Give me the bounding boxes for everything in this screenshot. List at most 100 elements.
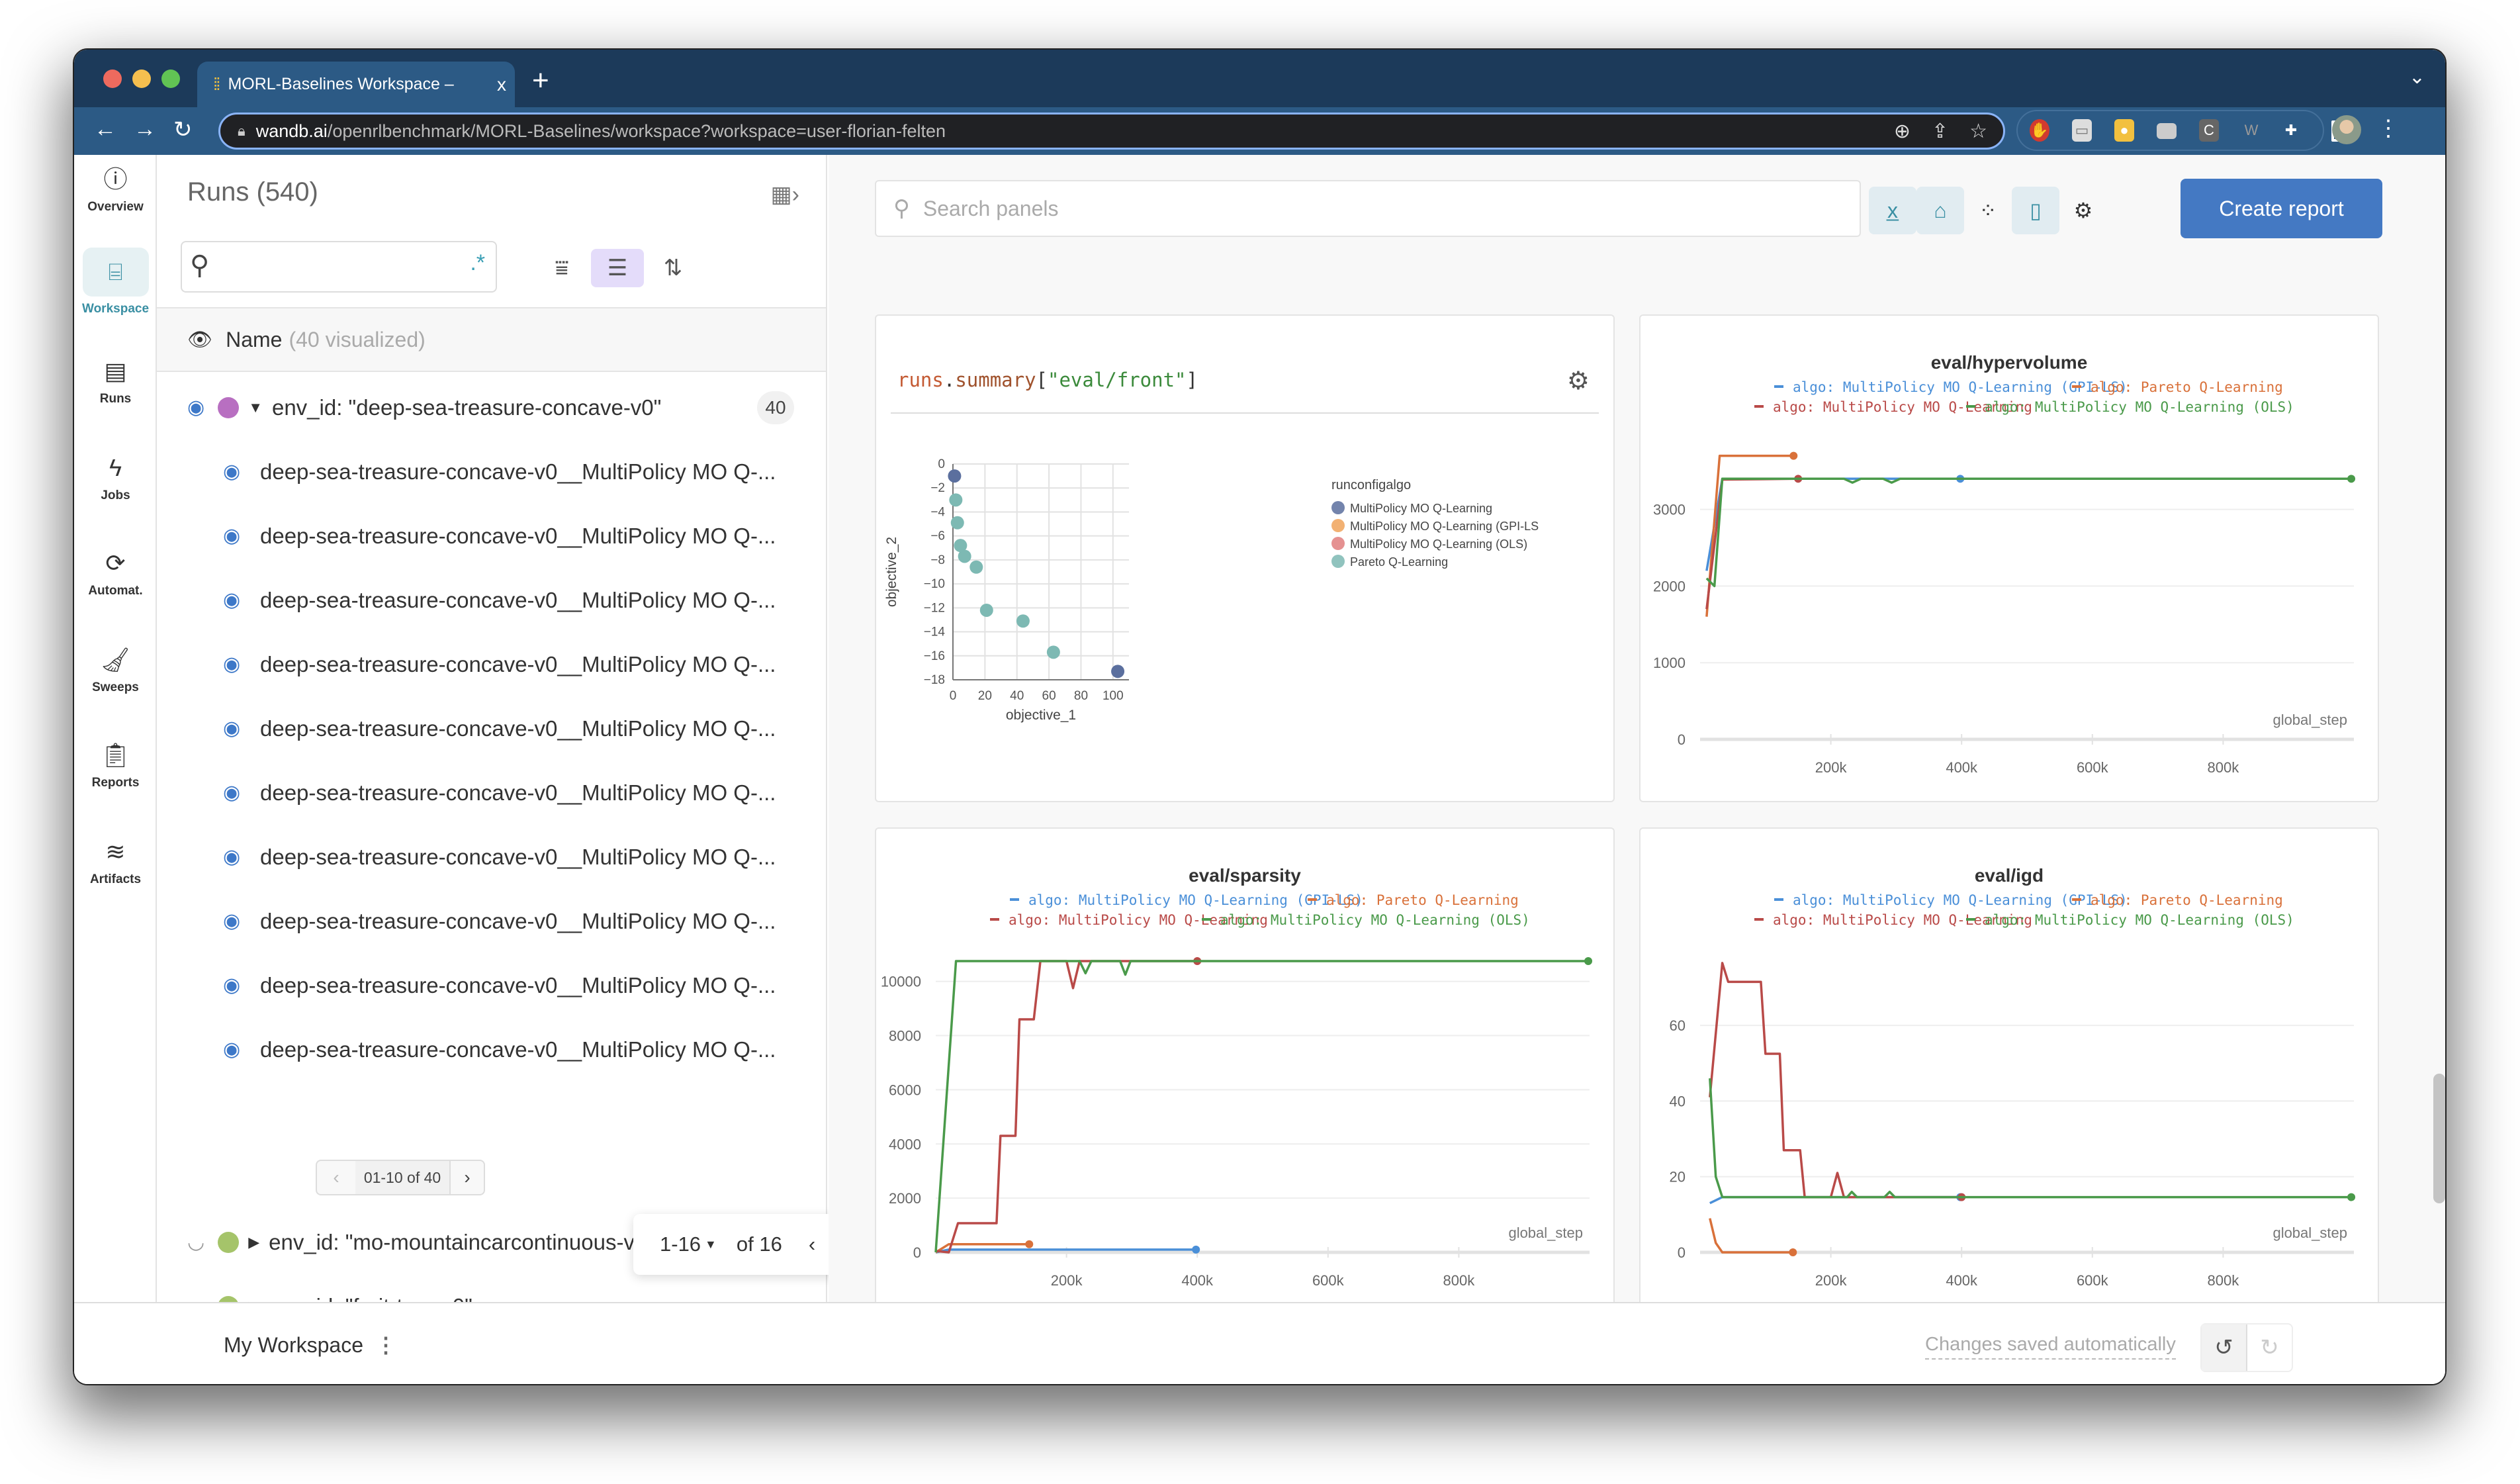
close-window-button[interactable] [103, 70, 122, 88]
eye-visible-icon[interactable]: ◉ [223, 781, 240, 804]
run-row[interactable]: ◉ deep-sea-treasure-concave-v0__MultiPoli… [157, 632, 826, 696]
run-row[interactable]: ◉ deep-sea-treasure-concave-v0__MultiPoli… [157, 504, 826, 568]
series-line [1705, 477, 1961, 571]
legend-label: algo: MultiPolicy MO Q-Learning (OLS) [1985, 399, 2294, 415]
nav-item-automations[interactable]: ⟳ Automat. [74, 548, 157, 598]
maximize-window-button[interactable] [161, 70, 180, 88]
run-row[interactable]: ◉ deep-sea-treasure-concave-v0__MultiPoli… [157, 889, 826, 953]
layers-icon: ≋ [105, 838, 126, 865]
eye-visible-icon[interactable]: ◉ [187, 396, 204, 419]
redo-button[interactable]: ↻ [2247, 1324, 2292, 1371]
expand-table-icon[interactable]: ▦› [771, 181, 799, 208]
workspace-name[interactable]: My Workspace ⋮ [224, 1332, 396, 1358]
puzzle-extensions-icon[interactable]: ✚ [2281, 119, 2301, 142]
eye-visible-icon[interactable]: ◉ [223, 909, 240, 933]
panel-eval-sparsity: eval/sparsity algo: MultiPolicy MO Q-Lear… [875, 827, 1615, 1315]
run-row[interactable]: ◉ deep-sea-treasure-concave-v0__MultiPoli… [157, 440, 826, 504]
nav-item-workspace[interactable]: ⌸ Workspace [74, 248, 157, 316]
x-axis-settings-button[interactable]: x̲ [1869, 187, 1916, 234]
nav-item-reports[interactable]: 📋︎ Reports [74, 740, 157, 790]
eye-hidden-icon[interactable]: ◡ [187, 1230, 204, 1254]
nav-item-overview[interactable]: ⓘ Overview [74, 164, 157, 214]
browser-tab[interactable]: ⁞⁞ MORL-Baselines Workspace – x [197, 62, 515, 107]
title-token: ] [1186, 369, 1198, 391]
nav-item-jobs[interactable]: ϟ Jobs [74, 453, 157, 503]
run-row[interactable]: ◉ deep-sea-treasure-concave-v0__MultiPoli… [157, 696, 826, 761]
eye-visible-icon[interactable]: ◉ [223, 653, 240, 676]
eye-icon[interactable]: 👁︎ [187, 328, 212, 351]
group-page-range[interactable]: 1-16 [660, 1232, 701, 1256]
close-tab-icon[interactable]: x [488, 74, 515, 95]
workspace-menu-icon[interactable]: ⋮ [375, 1333, 396, 1357]
zoom-icon[interactable]: ⊕ [1894, 120, 1911, 143]
nav-item-runs[interactable]: ▤ Runs [74, 356, 157, 406]
back-button[interactable]: ← [94, 116, 116, 142]
chart-title: eval/sparsity [1189, 865, 1301, 886]
run-row[interactable]: ◉ deep-sea-treasure-concave-v0__MultiPoli… [157, 953, 826, 1017]
group-button[interactable]: ☰ [591, 249, 644, 287]
tab-search-chevron-icon[interactable]: ⌄ [2409, 66, 2425, 89]
x-tick-label: 800k [2208, 1272, 2240, 1289]
run-row[interactable]: ◉ deep-sea-treasure-concave-v0__MultiPoli… [157, 761, 826, 825]
group-color-swatch[interactable] [218, 396, 240, 418]
smoothing-button[interactable]: ⌂ [1916, 187, 1964, 234]
prev-group-page-icon[interactable]: ‹ [809, 1232, 815, 1256]
w-extension-icon[interactable]: W [2241, 119, 2261, 142]
screenshot-extension-icon[interactable] [2157, 123, 2177, 139]
legend-marker [1331, 555, 1345, 568]
line-chart-igd: eval/igd algo: MultiPolicy MO Q-Learning … [1670, 865, 2356, 1289]
forward-button[interactable]: → [134, 116, 156, 142]
reload-button[interactable]: ↻ [173, 116, 193, 143]
eye-visible-icon[interactable]: ◉ [223, 1038, 240, 1061]
run-row[interactable]: ◉ deep-sea-treasure-concave-v0__MultiPoli… [157, 825, 826, 889]
eye-visible-icon[interactable]: ◉ [223, 588, 240, 612]
panel-divider [891, 412, 1599, 414]
y-tick-label: 4000 [889, 1136, 921, 1152]
search-panels-input[interactable]: ⚲ Search panels [875, 180, 1861, 237]
outliers-button[interactable]: ⁘ [1964, 187, 2012, 234]
address-bar[interactable]: 🔒︎ wandb.ai /openrlbenchmark/MORL-Baseli… [218, 113, 2005, 150]
minimize-window-button[interactable] [132, 70, 151, 88]
document-extension-icon[interactable]: ▭ [2072, 119, 2092, 142]
eye-visible-icon[interactable]: ◉ [223, 974, 240, 997]
new-tab-button[interactable]: + [532, 64, 549, 97]
layout-button[interactable]: ▯ [2012, 187, 2059, 234]
dropdown-caret-icon[interactable]: ▼ [705, 1238, 717, 1252]
y-tick-label: −18 [924, 673, 945, 687]
eye-visible-icon[interactable]: ◉ [223, 845, 240, 868]
group-row[interactable]: ◉ ▼ env_id: "deep-sea-treasure-concave-v… [157, 375, 826, 440]
c-extension-icon[interactable]: C [2199, 119, 2219, 142]
undo-button[interactable]: ↺ [2202, 1324, 2247, 1371]
lightbulb-extension-icon[interactable]: ● [2114, 119, 2134, 142]
legend-title: runconfigalgo [1331, 478, 1411, 492]
profile-avatar[interactable] [2332, 115, 2361, 144]
prev-page-icon[interactable]: ‹ [317, 1167, 355, 1188]
eye-visible-icon[interactable]: ◉ [223, 717, 240, 740]
create-report-button[interactable]: Create report [2181, 179, 2382, 238]
run-row[interactable]: ◉ deep-sea-treasure-concave-v0__MultiPoli… [157, 1017, 826, 1082]
caret-down-icon[interactable]: ▼ [248, 399, 263, 416]
nav-item-artifacts[interactable]: ≋ Artifacts [74, 837, 157, 887]
workspace-name-label: My Workspace [224, 1333, 364, 1357]
y-tick-label: 2000 [1653, 578, 1686, 594]
filter-button[interactable]: ⩸ [535, 249, 588, 287]
panels-scrollbar[interactable] [2433, 1074, 2445, 1203]
group-color-swatch[interactable] [218, 1231, 240, 1253]
runs-search-input[interactable]: ⚲ .* [181, 241, 497, 293]
legend-label: algo: Pareto Q-Learning [2091, 379, 2283, 395]
sort-button[interactable]: ⇅ [647, 249, 699, 287]
workspace-settings-gear-icon[interactable]: ⚙ [2059, 187, 2107, 234]
nav-item-sweeps[interactable]: 🧹︎ Sweeps [74, 645, 157, 695]
run-row[interactable]: ◉ deep-sea-treasure-concave-v0__MultiPoli… [157, 568, 826, 632]
series-end-marker [2347, 1193, 2356, 1201]
adblock-extension-icon[interactable]: ✋ [2030, 119, 2049, 142]
eye-visible-icon[interactable]: ◉ [223, 524, 240, 547]
caret-right-icon[interactable]: ▶ [248, 1234, 259, 1251]
next-page-icon[interactable]: › [451, 1167, 484, 1188]
regex-toggle[interactable]: .* [470, 250, 485, 276]
share-icon[interactable]: ⇪ [1932, 120, 1948, 143]
bookmark-star-icon[interactable]: ☆ [1969, 120, 1987, 143]
eye-visible-icon[interactable]: ◉ [223, 460, 240, 483]
panel-settings-gear-icon[interactable]: ⚙ [1567, 366, 1590, 396]
browser-menu-icon[interactable]: ⋮ [2377, 115, 2400, 142]
